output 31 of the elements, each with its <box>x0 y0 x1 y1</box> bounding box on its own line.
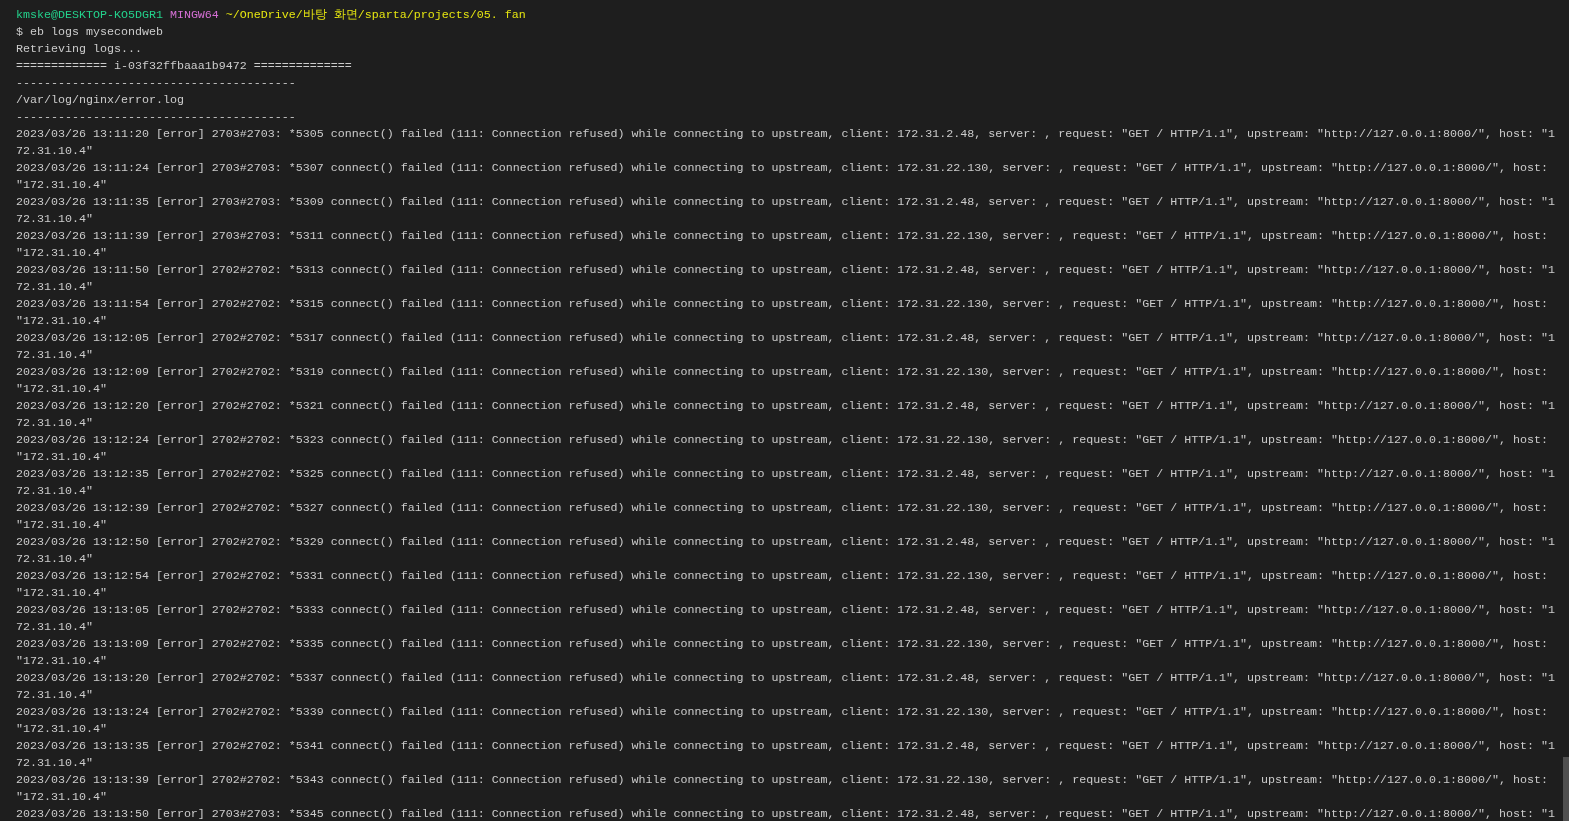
command-line: $ eb logs mysecondweb <box>16 24 164 41</box>
log-line: 2023/03/26 13:13:24 [error] 2702#2702: *5339 connect() failed (111: Connection refused) while connecting to upstream, client: 172.31.22.130, server: , request: "GET / HTTP/1.1", upstream: "http://127.0.0.1:8000/", host: "172.31.10.4" <box>16 704 1549 738</box>
user-host: kmske@DESKTOP-KO5DGR1 <box>16 7 163 24</box>
log-line: 2023/03/26 13:11:24 [error] 2703#2703: *5307 connect() failed (111: Connection refused) while connecting to upstream, client: 172.31.22.130, server: , request: "GET / HTTP/1.1", upstream: "http://127.0.0.1:8000/", host: "172.31.10.4" <box>16 160 1549 194</box>
log-line: 2023/03/26 13:12:39 [error] 2702#2702: *5327 connect() failed (111: Connection refused) while connecting to upstream, client: 172.31.22.130, server: , request: "GET / HTTP/1.1", upstream: "http://127.0.0.1:8000/", host: "172.31.10.4" <box>16 500 1549 534</box>
log-line: 2023/03/26 13:12:54 [error] 2702#2702: *5331 connect() failed (111: Connection refused) while connecting to upstream, client: 172.31.22.130, server: , request: "GET / HTTP/1.1", upstream: "http://127.0.0.1:8000/", host: "172.31.10.4" <box>16 568 1549 602</box>
output-line: Retrieving logs... <box>16 41 143 58</box>
log-line: 2023/03/26 13:12:05 [error] 2702#2702: *5317 connect() failed (111: Connection refused) while connecting to upstream, client: 172.31.2.48, server: , request: "GET / HTTP/1.1", upstream: "http://127.0.0.1:8000/", host: "172.31.10.4" <box>16 330 1555 364</box>
output-line: ---------------------------------------- <box>16 109 297 126</box>
log-line: 2023/03/26 13:12:50 [error] 2702#2702: *5329 connect() failed (111: Connection refused) while connecting to upstream, client: 172.31.2.48, server: , request: "GET / HTTP/1.1", upstream: "http://127.0.0.1:8000/", host: "172.31.10.4" <box>16 534 1555 568</box>
current-path: ~/OneDrive/바탕 화면/sparta/projects/05. fan <box>225 7 526 24</box>
log-line: 2023/03/26 13:11:39 [error] 2703#2703: *5311 connect() failed (111: Connection refused) while connecting to upstream, client: 172.31.22.130, server: , request: "GET / HTTP/1.1", upstream: "http://127.0.0.1:8000/", host: "172.31.10.4" <box>16 228 1549 262</box>
log-line: 2023/03/26 13:11:20 [error] 2703#2703: *5305 connect() failed (111: Connection refused) while connecting to upstream, client: 172.31.2.48, server: , request: "GET / HTTP/1.1", upstream: "http://127.0.0.1:8000/", host: "172.31.10.4" <box>16 126 1555 160</box>
scrollbar[interactable] <box>1563 757 1569 821</box>
log-line: 2023/03/26 13:11:54 [error] 2702#2702: *5315 connect() failed (111: Connection refused) while connecting to upstream, client: 172.31.22.130, server: , request: "GET / HTTP/1.1", upstream: "http://127.0.0.1:8000/", host: "172.31.10.4" <box>16 296 1549 330</box>
log-line: 2023/03/26 13:13:20 [error] 2702#2702: *5337 connect() failed (111: Connection refused) while connecting to upstream, client: 172.31.2.48, server: , request: "GET / HTTP/1.1", upstream: "http://127.0.0.1:8000/", host: "172.31.10.4" <box>16 670 1555 704</box>
log-line: 2023/03/26 13:13:09 [error] 2702#2702: *5335 connect() failed (111: Connection refused) while connecting to upstream, client: 172.31.22.130, server: , request: "GET / HTTP/1.1", upstream: "http://127.0.0.1:8000/", host: "172.31.10.4" <box>16 636 1549 670</box>
log-line: 2023/03/26 13:13:05 [error] 2702#2702: *5333 connect() failed (111: Connection refused) while connecting to upstream, client: 172.31.2.48, server: , request: "GET / HTTP/1.1", upstream: "http://127.0.0.1:8000/", host: "172.31.10.4" <box>16 602 1555 636</box>
log-line: 2023/03/26 13:12:35 [error] 2702#2702: *5325 connect() failed (111: Connection refused) while connecting to upstream, client: 172.31.2.48, server: , request: "GET / HTTP/1.1", upstream: "http://127.0.0.1:8000/", host: "172.31.10.4" <box>16 466 1555 500</box>
log-line: 2023/03/26 13:12:20 [error] 2702#2702: *5321 connect() failed (111: Connection refused) while connecting to upstream, client: 172.31.2.48, server: , request: "GET / HTTP/1.1", upstream: "http://127.0.0.1:8000/", host: "172.31.10.4" <box>16 398 1555 432</box>
log-line: 2023/03/26 13:13:35 [error] 2702#2702: *5341 connect() failed (111: Connection refused) while connecting to upstream, client: 172.31.2.48, server: , request: "GET / HTTP/1.1", upstream: "http://127.0.0.1:8000/", host: "172.31.10.4" <box>16 738 1555 772</box>
log-line: 2023/03/26 13:13:50 [error] 2703#2703: *5345 connect() failed (111: Connection refused) while connecting to upstream, client: 172.31.2.48, server: , request: "GET / HTTP/1.1", upstream: "http://127.0.0.1:8000/", host: "1 <box>16 806 1555 821</box>
output-line: ============= i-03f32ffbaaa1b9472 ============== <box>16 58 353 75</box>
output-line: /var/log/nginx/error.log <box>16 92 185 109</box>
output-line: ---------------------------------------- <box>16 75 297 92</box>
log-line: 2023/03/26 13:13:39 [error] 2702#2702: *5343 connect() failed (111: Connection refused) while connecting to upstream, client: 172.31.22.130, server: , request: "GET / HTTP/1.1", upstream: "http://127.0.0.1:8000/", host: "172.31.10.4" <box>16 772 1549 806</box>
shell-name: MINGW64 <box>169 7 219 24</box>
log-line: 2023/03/26 13:11:50 [error] 2702#2702: *5313 connect() failed (111: Connection refused) while connecting to upstream, client: 172.31.2.48, server: , request: "GET / HTTP/1.1", upstream: "http://127.0.0.1:8000/", host: "172.31.10.4" <box>16 262 1555 296</box>
log-line: 2023/03/26 13:11:35 [error] 2703#2703: *5309 connect() failed (111: Connection refused) while connecting to upstream, client: 172.31.2.48, server: , request: "GET / HTTP/1.1", upstream: "http://127.0.0.1:8000/", host: "172.31.10.4" <box>16 194 1555 228</box>
log-line: 2023/03/26 13:12:09 [error] 2702#2702: *5319 connect() failed (111: Connection refused) while connecting to upstream, client: 172.31.22.130, server: , request: "GET / HTTP/1.1", upstream: "http://127.0.0.1:8000/", host: "172.31.10.4" <box>16 364 1549 398</box>
log-line: 2023/03/26 13:12:24 [error] 2702#2702: *5323 connect() failed (111: Connection refused) while connecting to upstream, client: 172.31.22.130, server: , request: "GET / HTTP/1.1", upstream: "http://127.0.0.1:8000/", host: "172.31.10.4" <box>16 432 1549 466</box>
